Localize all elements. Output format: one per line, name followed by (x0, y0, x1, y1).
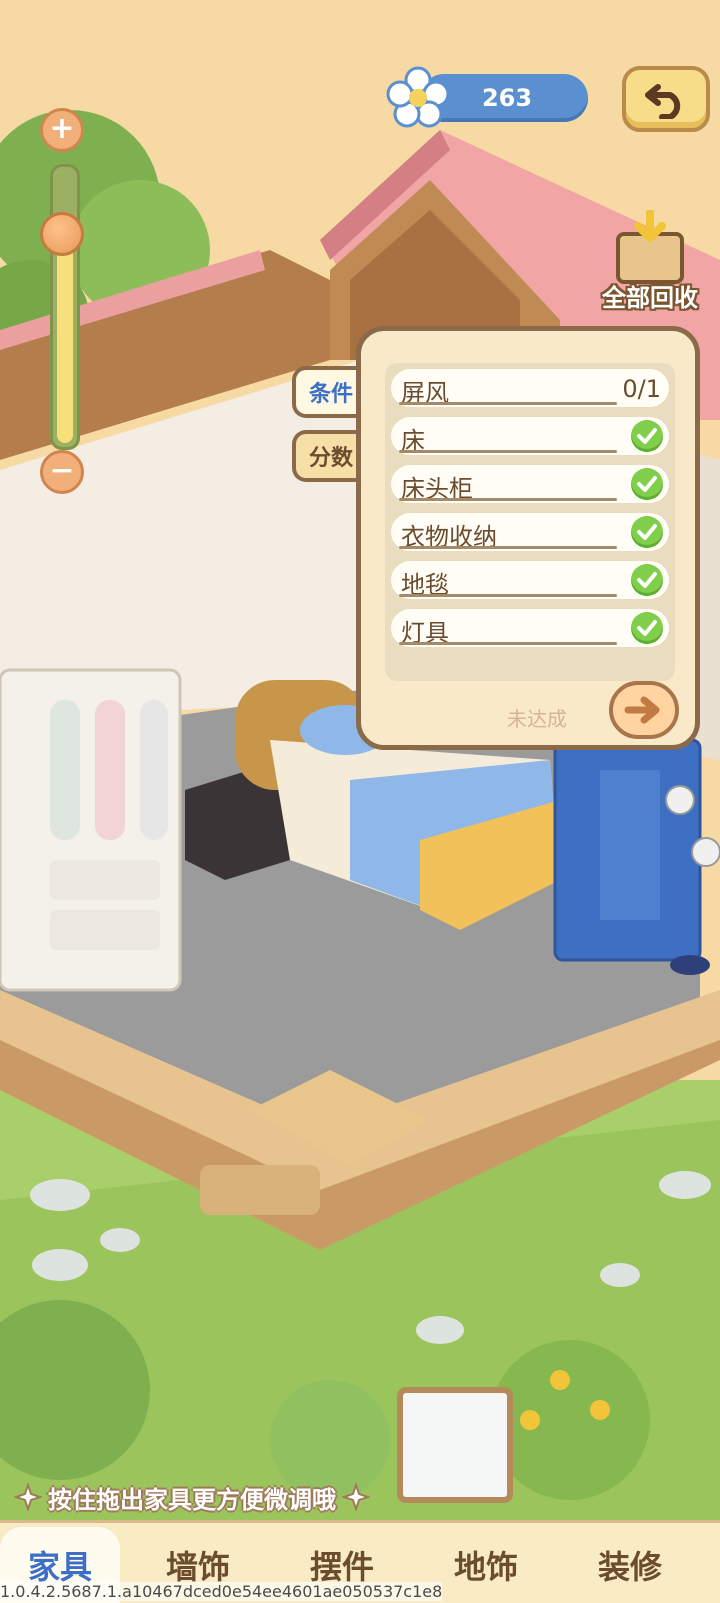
condition-item: 床头柜 (391, 465, 669, 503)
condition-item: 屏风 0/1 (391, 369, 669, 407)
conditions-list: 屏风 0/1 床 床头柜 衣物收纳 地毯 灯具 (385, 363, 675, 681)
zoom-out-button[interactable]: − (40, 450, 84, 494)
flower-icon (386, 66, 450, 128)
check-icon (631, 420, 663, 452)
conditions-panel: 屏风 0/1 床 床头柜 衣物收纳 地毯 灯具 未达成 (356, 326, 700, 750)
condition-item: 灯具 (391, 609, 669, 647)
zoom-in-button[interactable]: + (40, 108, 84, 152)
version-label: 1.0.4.2.5687.1.a10467dced0e54ee4601ae050… (0, 1582, 443, 1601)
zoom-slider-fill (57, 239, 73, 443)
condition-item: 衣物收纳 (391, 513, 669, 551)
status-text: 未达成 (507, 707, 567, 731)
tab-score[interactable]: 分数 (292, 430, 366, 482)
condition-progress: 0/1 (622, 375, 661, 403)
recycle-box-icon (616, 210, 684, 284)
zoom-slider-handle[interactable] (40, 212, 84, 256)
condition-underline (399, 450, 617, 453)
currency-display: 263 (386, 66, 590, 128)
condition-underline (399, 402, 617, 405)
sparkle-icon (14, 1483, 42, 1511)
condition-item: 床 (391, 417, 669, 455)
currency-value: 263 (481, 84, 533, 112)
condition-underline (399, 642, 617, 645)
tab-floor-decor[interactable]: 地饰 (426, 1535, 546, 1595)
recycle-all-button[interactable]: 全部回收 (590, 210, 710, 312)
check-icon (631, 516, 663, 548)
recycle-all-label: 全部回收 (602, 284, 698, 312)
undo-button[interactable] (622, 66, 710, 132)
check-icon (631, 468, 663, 500)
zoom-slider-track[interactable] (50, 164, 80, 450)
condition-underline (399, 546, 617, 549)
tab-renovation[interactable]: 装修 (570, 1535, 690, 1595)
hint-bar: 按住拖出家具更方便微调哦 (14, 1480, 370, 1514)
sparkle-icon (342, 1483, 370, 1511)
check-icon (631, 564, 663, 596)
undo-arrow-icon (645, 84, 681, 119)
condition-item: 地毯 (391, 561, 669, 599)
check-icon (631, 612, 663, 644)
go-button[interactable] (609, 681, 679, 739)
condition-underline (399, 594, 617, 597)
condition-underline (399, 498, 617, 501)
arrow-right-icon (624, 696, 660, 724)
hint-text: 按住拖出家具更方便微调哦 (48, 1485, 336, 1514)
tab-conditions[interactable]: 条件 (292, 366, 366, 418)
